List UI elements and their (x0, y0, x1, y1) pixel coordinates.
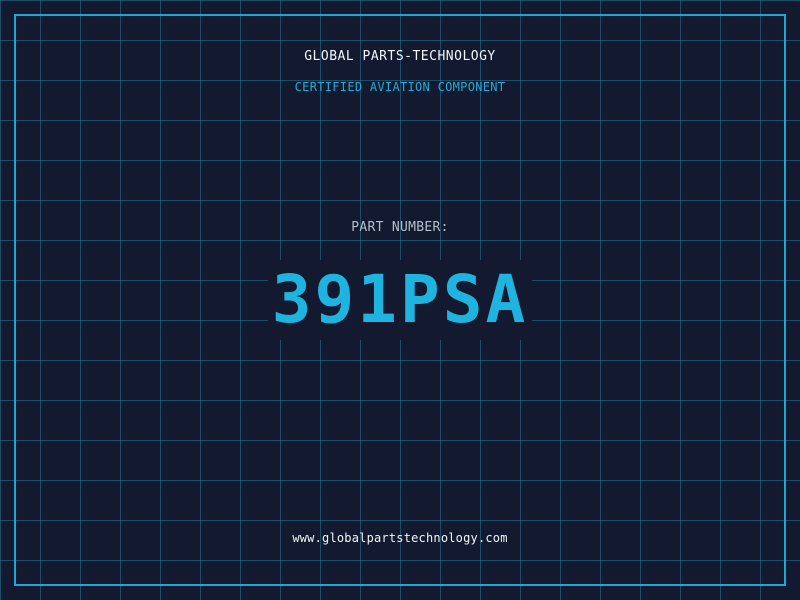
website-link[interactable]: www.globalpartstechnology.com (292, 531, 507, 545)
brand-name: GLOBAL PARTS-TECHNOLOGY (304, 49, 496, 64)
footer-url: www.globalpartstechnology.com (0, 531, 800, 545)
certification-subtitle: CERTIFIED AVIATION COMPONENT (294, 80, 506, 94)
part-number-display: 391PSA (0, 255, 800, 345)
part-label-card: GLOBAL PARTS-TECHNOLOGY CERTIFIED AVIATI… (0, 0, 800, 600)
part-number-label: PART NUMBER: (351, 220, 449, 235)
part-number-value: 391PSA (267, 260, 533, 340)
